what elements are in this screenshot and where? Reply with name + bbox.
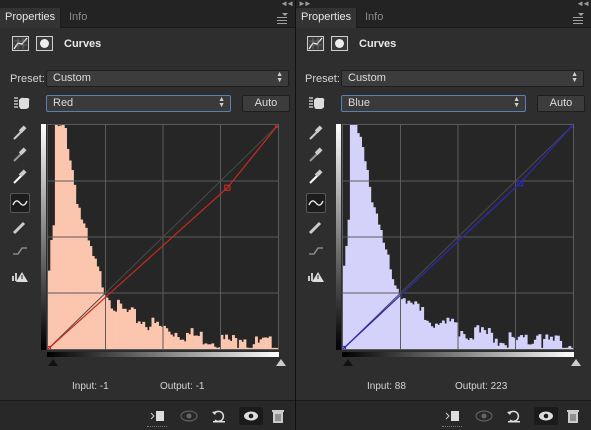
- channel-select[interactable]: Red ▲ ▼: [46, 95, 231, 112]
- input-gradient-bar-vertical: [336, 124, 341, 350]
- resize-grip[interactable]: [147, 426, 167, 428]
- delete-trash-icon[interactable]: [564, 407, 582, 425]
- clip-to-layer-icon[interactable]: [149, 407, 167, 425]
- curves-graph[interactable]: [342, 124, 574, 350]
- gray-point-eyedropper-icon[interactable]: [306, 145, 326, 165]
- preset-select[interactable]: Custom ▲ ▼: [341, 70, 584, 87]
- tab-properties[interactable]: Properties: [0, 8, 62, 28]
- preset-label: Preset:: [10, 73, 45, 85]
- clipping-warning-icon[interactable]: [306, 266, 326, 286]
- select-arrows-icon: ▲ ▼: [276, 71, 283, 84]
- pencil-draw-icon[interactable]: [306, 217, 326, 237]
- collapse-panel-icon[interactable]: ◄◄: [280, 0, 294, 8]
- layer-mask-icon[interactable]: [36, 36, 53, 51]
- curves-graph[interactable]: [47, 124, 279, 350]
- white-point-slider[interactable]: [571, 359, 581, 366]
- histogram-bar: [268, 336, 272, 349]
- hand-adjust-icon[interactable]: [307, 95, 327, 111]
- collapse-panel-icon[interactable]: ◄◄: [576, 0, 590, 8]
- white-point-eyedropper-icon[interactable]: [306, 167, 326, 187]
- input-gradient-bar-vertical: [41, 124, 46, 350]
- black-point-slider[interactable]: [47, 358, 59, 367]
- view-previous-state-icon[interactable]: [179, 407, 198, 425]
- tab-bar: Properties Info: [0, 8, 295, 28]
- black-point-eyedropper-icon[interactable]: [10, 123, 30, 143]
- panel-header: Curves: [0, 29, 295, 59]
- curve-point-tool-icon[interactable]: [306, 193, 326, 213]
- tab-properties[interactable]: Properties: [296, 8, 358, 28]
- hand-adjust-icon[interactable]: [12, 95, 32, 111]
- tab-info[interactable]: Info: [64, 8, 92, 28]
- adjustment-title: Curves: [359, 38, 397, 50]
- channel-value: Blue: [348, 97, 371, 109]
- preset-label: Preset:: [305, 73, 340, 85]
- preset-select[interactable]: Custom ▲ ▼: [46, 70, 289, 87]
- visibility-eye-icon[interactable]: [239, 407, 263, 425]
- black-point-eyedropper-icon[interactable]: [306, 123, 326, 143]
- histogram-bar: [570, 347, 573, 349]
- auto-button[interactable]: Auto: [537, 95, 585, 112]
- tab-bar: Properties Info: [296, 8, 591, 28]
- bottom-toolbar: [0, 400, 295, 430]
- resize-grip[interactable]: [442, 426, 462, 428]
- curves-graph-icon: [12, 36, 29, 51]
- histogram-bar: [243, 339, 247, 349]
- bottom-toolbar: [296, 400, 591, 430]
- visibility-eye-icon[interactable]: [534, 407, 558, 425]
- reset-icon[interactable]: [210, 407, 228, 425]
- input-value-readout: Input: 88: [367, 381, 406, 392]
- reset-icon[interactable]: [505, 407, 523, 425]
- histogram-bar: [275, 347, 278, 349]
- channel-value: Red: [53, 97, 74, 109]
- tab-info[interactable]: Info: [360, 8, 388, 28]
- view-previous-state-icon[interactable]: [474, 407, 493, 425]
- black-point-slider[interactable]: [342, 358, 354, 367]
- output-gradient-bar-horizontal: [342, 352, 574, 357]
- auto-button[interactable]: Auto: [242, 95, 290, 112]
- panel-top-strip: [296, 0, 591, 8]
- curves-graph-icon: [307, 36, 324, 51]
- white-point-slider[interactable]: [276, 359, 286, 366]
- output-value-readout: Output: 223: [455, 381, 508, 392]
- select-arrows-icon: ▲ ▼: [218, 96, 225, 109]
- smooth-curve-icon[interactable]: [306, 241, 326, 261]
- expand-panel-icon[interactable]: ►►: [298, 0, 312, 8]
- properties-panel-right: ►► ◄◄ Properties Info Curves Preset: Cus…: [296, 0, 591, 430]
- clip-to-layer-icon[interactable]: [444, 407, 462, 425]
- delete-trash-icon[interactable]: [269, 407, 287, 425]
- preset-value: Custom: [348, 72, 386, 84]
- preset-value: Custom: [53, 72, 91, 84]
- smooth-curve-icon[interactable]: [10, 241, 30, 261]
- clipping-warning-icon[interactable]: [10, 266, 30, 286]
- channel-select[interactable]: Blue ▲ ▼: [341, 95, 526, 112]
- select-arrows-icon: ▲ ▼: [571, 71, 578, 84]
- layer-mask-icon[interactable]: [331, 36, 348, 51]
- histogram-bar: [559, 340, 563, 349]
- histogram-bar: [538, 334, 542, 349]
- pencil-draw-icon[interactable]: [10, 217, 30, 237]
- panel-menu-icon[interactable]: [573, 13, 584, 24]
- histogram-bar: [234, 338, 238, 349]
- curve-point-tool-icon[interactable]: [10, 193, 30, 213]
- panel-header: Curves: [296, 29, 591, 59]
- input-value-readout: Input: -1: [72, 381, 109, 392]
- white-point-eyedropper-icon[interactable]: [10, 167, 30, 187]
- adjustment-title: Curves: [64, 38, 102, 50]
- panel-top-strip: [0, 0, 295, 8]
- select-arrows-icon: ▲ ▼: [513, 96, 520, 109]
- output-gradient-bar-horizontal: [47, 352, 279, 357]
- gray-point-eyedropper-icon[interactable]: [10, 145, 30, 165]
- properties-panel-left: ◄◄ Properties Info Curves Preset: Custom…: [0, 0, 295, 430]
- output-value-readout: Output: -1: [160, 381, 205, 392]
- panel-menu-icon[interactable]: [277, 13, 288, 24]
